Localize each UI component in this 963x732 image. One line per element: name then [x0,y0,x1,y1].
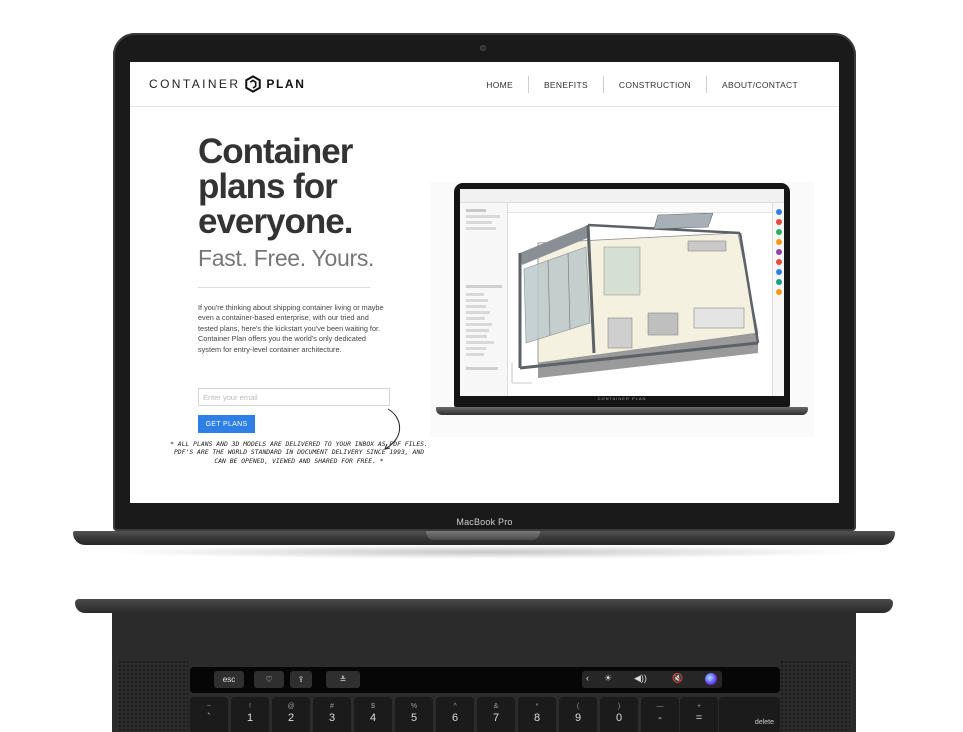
container-3d-model [511,212,760,384]
logo-word-plan: PLAN [266,77,306,91]
touch-bar: esc ♡ ⇪ ≚ ‹ ☀ ◀)) 🔇 [190,667,780,693]
hero-laptop-base [436,407,808,415]
mute-icon[interactable]: 🔇 [672,673,683,684]
laptop-lid: CONTAINER PLAN HOME BENEFITS CONSTRUCTIO… [113,33,856,531]
key-equals[interactable]: + = [680,697,718,732]
key-7[interactable]: & 7 [477,697,515,732]
chevron-left-icon[interactable]: ‹ [586,673,589,683]
key-delete[interactable]: delete [719,697,780,732]
hero-title: Container plans for everyone. [198,134,418,239]
volume-icon[interactable]: ◀)) [634,673,647,684]
hero-subtitle: Fast. Free. Yours. [198,245,375,271]
site-header: CONTAINER PLAN HOME BENEFITS CONSTRUCTIO… [130,62,839,107]
cad-toolbar [460,189,784,203]
nav-construction[interactable]: CONSTRUCTION [604,77,706,93]
main-nav: HOME BENEFITS CONSTRUCTION ABOUT/CONTACT [471,76,813,93]
key-1[interactable]: ! 1 [231,697,269,732]
cad-layers-panel [460,203,508,396]
key-0[interactable]: ) 0 [600,697,638,732]
hero-laptop-image: CONTAINER PLAN [454,183,790,407]
heart-icon[interactable]: ♡ [254,671,284,688]
browser-screen: CONTAINER PLAN HOME BENEFITS CONSTRUCTIO… [130,62,839,503]
cad-tool-strip [508,203,772,213]
laptop-shadow [100,545,870,559]
speaker-grille-left [118,660,188,732]
share-icon[interactable]: ⇪ [290,671,312,688]
logo-word-container: CONTAINER [149,77,241,91]
nav-home[interactable]: HOME [471,77,528,93]
cad-app-screenshot [460,189,784,396]
key-2[interactable]: @2 [272,697,310,732]
control-strip: ‹ ☀ ◀)) 🔇 [582,671,722,688]
key-minus[interactable]: — - [641,697,679,732]
key-3[interactable]: #3 [313,697,351,732]
hero-description: If you're thinking about shipping contai… [198,303,384,354]
cad-tools-column [772,203,784,396]
key-8[interactable]: * 8 [518,697,556,732]
laptop-notch [426,531,540,540]
siri-icon[interactable] [705,673,717,685]
get-plans-button[interactable]: GET PLANS [198,415,255,433]
logo[interactable]: CONTAINER PLAN [149,74,305,94]
key-9[interactable]: (9 [559,697,597,732]
hero-title-line: plans for [198,167,338,206]
brightness-icon[interactable]: ☀ [604,673,612,684]
cad-viewport [508,212,772,396]
email-field[interactable] [198,388,390,406]
nav-benefits[interactable]: BENEFITS [529,77,603,93]
key-4[interactable]: $4 [354,697,392,732]
model-label: MacBook Pro [456,517,513,527]
sliders-icon[interactable]: ≚ [326,671,360,688]
key-5[interactable]: % 5 [395,697,433,732]
hero-divider [198,287,370,288]
key-backtick[interactable]: ~ ` [190,697,228,732]
mockup-brand: CONTAINER PLAN [597,396,647,401]
speaker-grille-right [780,660,850,732]
container-logo-icon [245,75,262,93]
hero-title-line: Container [198,132,353,171]
keyboard-deck-lip [75,599,893,613]
hero-title-line: everyone. [198,202,353,241]
key-6[interactable]: ^ 6 [436,697,474,732]
camera-icon [480,45,486,51]
esc-key[interactable]: esc [214,671,244,688]
nav-about-contact[interactable]: ABOUT/CONTACT [707,77,813,93]
delivery-footnote: * ALL PLANS AND 3D MODELS ARE DELIVERED … [170,440,428,465]
